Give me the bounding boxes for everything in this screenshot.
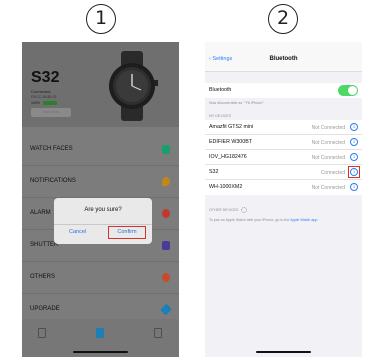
discoverable-note: Now discoverable as ""F8 iPhone".: [209, 101, 265, 105]
bluetooth-toggle-label: Bluetooth: [209, 87, 232, 93]
device-name: Amazfit GTS2 mini: [209, 124, 254, 130]
device-status: Not Connected: [311, 184, 345, 191]
device-name: EDIFIER W300BT: [209, 139, 252, 145]
upgrade-icon: [159, 303, 173, 316]
device-icon[interactable]: [96, 328, 104, 338]
bluetooth-toggle-row: Bluetooth: [205, 83, 362, 98]
back-button[interactable]: ‹ Settings: [209, 56, 232, 62]
menu-item-label: NOTIFICATIONS: [30, 178, 76, 184]
highlight-box: [348, 166, 360, 178]
chat-icon: [162, 177, 170, 186]
connection-status: Connected: [31, 89, 51, 94]
step-2-label: 2: [268, 4, 298, 34]
device-name: IOV_HG182476: [209, 154, 247, 160]
device-mac: F8:CC:1B:8B:33: [31, 95, 57, 99]
sync-button[interactable]: Sync Now: [31, 108, 71, 117]
device-row-edifier[interactable]: EDIFIER W300BT Not Connected i: [205, 135, 362, 150]
other-devices-label: OTHER DEVICES: [209, 207, 239, 212]
device-status: Not Connected: [311, 154, 345, 161]
home-indicator: [256, 350, 311, 353]
dialog-divider: [54, 224, 152, 225]
apple-watch-pair-note: To pair an Apple Watch with your iPhone,…: [209, 218, 359, 223]
device-name: S32: [31, 69, 60, 86]
pair-note-text: To pair an Apple Watch with your iPhone,…: [209, 218, 290, 222]
other-devices-header: OTHER DEVICES: [209, 207, 248, 213]
menu-item-label: WATCH FACES: [30, 146, 73, 152]
menu-item-label: ALARM: [30, 210, 51, 216]
device-row-iov[interactable]: IOV_HG182476 Not Connected i: [205, 150, 362, 165]
nav-bar: Bluetooth ‹ Settings: [205, 42, 362, 72]
loading-spinner-icon: [241, 207, 248, 213]
apple-watch-app-link[interactable]: Apple Watch app.: [290, 218, 318, 222]
watch-app-screen: S32 Connected F8:CC:1B:8B:33 100% Sync N…: [22, 42, 179, 357]
battery-icon: [42, 101, 57, 105]
confirm-button[interactable]: Confirm: [108, 226, 146, 239]
device-row-amazfit[interactable]: Amazfit GTS2 mini Not Connected i: [205, 120, 362, 135]
bluetooth-toggle[interactable]: [338, 85, 358, 96]
info-icon[interactable]: i: [350, 123, 358, 131]
battery-indicator: 100%: [31, 101, 57, 105]
back-label: Settings: [212, 56, 233, 62]
cancel-button[interactable]: Cancel: [69, 229, 86, 235]
menu-item-label: SHUTTER: [30, 242, 59, 248]
info-icon[interactable]: i: [350, 138, 358, 146]
device-name: WH-1000XM2: [209, 184, 243, 190]
device-status: Not Connected: [311, 139, 345, 146]
device-status: Not Connected: [311, 124, 345, 131]
device-name: S32: [209, 169, 219, 175]
device-header: S32 Connected F8:CC:1B:8B:33 100% Sync N…: [22, 42, 179, 127]
smartwatch-image: [109, 51, 158, 121]
my-devices-list: Amazfit GTS2 mini Not Connected i EDIFIE…: [205, 120, 362, 195]
step-1-label: 1: [86, 4, 116, 34]
confirm-dialog: Are you sure? Cancel Confirm: [54, 198, 152, 244]
home-icon[interactable]: [38, 328, 46, 338]
info-icon[interactable]: i: [350, 153, 358, 161]
info-icon[interactable]: i: [350, 183, 358, 191]
battery-percent: 100%: [31, 101, 40, 105]
menu-item-watch-faces[interactable]: WATCH FACES: [22, 134, 179, 166]
watch-faces-icon: [162, 145, 170, 154]
settings-icon: [162, 273, 170, 282]
alarm-icon: [162, 209, 170, 218]
profile-icon[interactable]: [154, 328, 162, 338]
camera-icon: [162, 241, 170, 250]
dialog-title: Are you sure?: [84, 207, 122, 213]
bluetooth-settings-screen: Bluetooth ‹ Settings Bluetooth Now disco…: [205, 42, 362, 357]
my-devices-header: MY DEVICES: [209, 114, 232, 118]
menu-item-label: OTHERS: [30, 274, 56, 280]
device-row-s32[interactable]: S32 Connected i: [205, 165, 362, 180]
home-indicator: [73, 350, 128, 353]
menu-item-notifications[interactable]: NOTIFICATIONS: [22, 166, 179, 198]
menu-item-others[interactable]: OTHERS: [22, 262, 179, 294]
bluetooth-toggle-group: Bluetooth: [205, 83, 362, 98]
toggle-knob: [348, 86, 357, 95]
menu-item-label: UPGRADE: [30, 306, 60, 312]
bottom-nav: [22, 319, 179, 357]
device-row-wh1000xm2[interactable]: WH-1000XM2 Not Connected i: [205, 180, 362, 195]
device-status: Connected: [320, 169, 345, 176]
